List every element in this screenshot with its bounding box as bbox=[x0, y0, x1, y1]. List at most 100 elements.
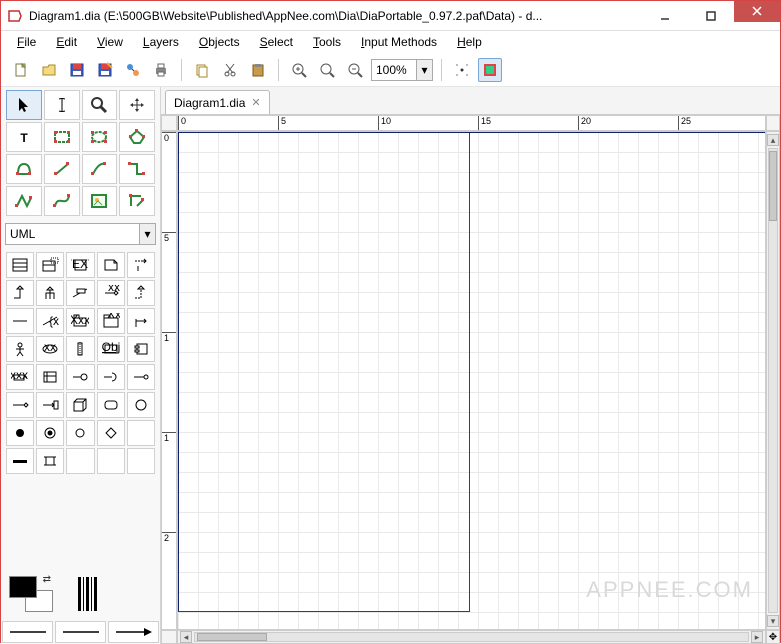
ruler-vertical[interactable]: 051122 bbox=[161, 131, 177, 630]
menu-select[interactable]: Select bbox=[254, 33, 299, 51]
snap-objects-button[interactable] bbox=[478, 58, 502, 82]
box-tool[interactable] bbox=[44, 122, 80, 152]
fg-bg-swatch[interactable]: ⇄ bbox=[9, 576, 53, 612]
tab-close-icon[interactable]: ✕ bbox=[251, 96, 260, 109]
scroll-up-button[interactable]: ▴ bbox=[767, 134, 779, 146]
fg-color[interactable] bbox=[9, 576, 37, 598]
uml-association[interactable] bbox=[66, 280, 94, 306]
print-button[interactable] bbox=[149, 58, 173, 82]
uml-object[interactable]: Obj bbox=[97, 336, 125, 362]
menu-objects[interactable]: Objects bbox=[193, 33, 246, 51]
copy-button[interactable] bbox=[190, 58, 214, 82]
uml-actor[interactable] bbox=[6, 336, 34, 362]
vertical-scrollbar[interactable]: ▴ ▾ bbox=[766, 131, 780, 630]
snap-grid-button[interactable] bbox=[450, 58, 474, 82]
arrow-start-style[interactable] bbox=[2, 621, 53, 643]
uml-node[interactable] bbox=[66, 392, 94, 418]
menu-tools[interactable]: Tools bbox=[307, 33, 347, 51]
zoom-dropdown-arrow[interactable]: ▾ bbox=[416, 60, 432, 80]
uml-class-template[interactable] bbox=[36, 252, 64, 278]
drawing-canvas[interactable]: APPNEE.COM bbox=[177, 131, 766, 630]
close-button[interactable] bbox=[734, 1, 780, 22]
horizontal-scrollbar[interactable]: ◂ ▸ bbox=[177, 630, 766, 644]
beziergon-tool[interactable] bbox=[6, 154, 42, 184]
uml-component[interactable] bbox=[127, 336, 155, 362]
uml-aggregation[interactable]: xxx bbox=[97, 280, 125, 306]
uml-fork[interactable] bbox=[6, 448, 34, 474]
uml-small-package[interactable]: Xxx bbox=[66, 308, 94, 334]
ellipse-tool[interactable] bbox=[82, 122, 118, 152]
scroll-right-button[interactable]: ▸ bbox=[751, 631, 763, 643]
uml-realizes[interactable] bbox=[6, 280, 34, 306]
uml-shape-empty[interactable] bbox=[127, 448, 155, 474]
zoom-fit-button[interactable] bbox=[315, 58, 339, 82]
bezier-tool[interactable] bbox=[44, 186, 80, 216]
uml-transition[interactable] bbox=[6, 392, 34, 418]
uml-implements[interactable] bbox=[127, 280, 155, 306]
zoom-in-button[interactable] bbox=[287, 58, 311, 82]
image-tool[interactable] bbox=[82, 186, 118, 216]
line-tool[interactable] bbox=[44, 154, 80, 184]
uml-message[interactable] bbox=[127, 308, 155, 334]
text-tool[interactable]: T bbox=[6, 122, 42, 152]
uml-state-label[interactable]: xxx bbox=[6, 364, 34, 390]
sheet-selector[interactable]: UML ▾ bbox=[5, 223, 156, 245]
uml-note[interactable]: TEXT bbox=[66, 252, 94, 278]
uml-shape-empty[interactable] bbox=[97, 448, 125, 474]
scroll-down-button[interactable]: ▾ bbox=[767, 615, 779, 627]
save-button[interactable] bbox=[65, 58, 89, 82]
export-button[interactable] bbox=[121, 58, 145, 82]
zoom-out-button[interactable] bbox=[343, 58, 367, 82]
uml-generalization[interactable] bbox=[36, 280, 64, 306]
uml-large-package[interactable]: Xxx bbox=[97, 308, 125, 334]
text-edit-tool[interactable] bbox=[44, 90, 80, 120]
uml-required-interface[interactable] bbox=[97, 364, 125, 390]
nav-button[interactable]: ✥ bbox=[766, 630, 780, 644]
uml-lifeline[interactable] bbox=[66, 336, 94, 362]
zoom-select[interactable]: ▾ bbox=[371, 59, 433, 81]
uml-final-state[interactable] bbox=[36, 420, 64, 446]
uml-interface[interactable] bbox=[127, 392, 155, 418]
uml-initial-state[interactable] bbox=[6, 420, 34, 446]
uml-class-icon[interactable] bbox=[36, 364, 64, 390]
magnify-tool[interactable] bbox=[82, 90, 118, 120]
uml-class[interactable] bbox=[6, 252, 34, 278]
zoom-input[interactable] bbox=[372, 60, 416, 80]
uml-dependency[interactable] bbox=[127, 252, 155, 278]
uml-decision[interactable] bbox=[97, 420, 125, 446]
polyline-tool[interactable] bbox=[6, 186, 42, 216]
arrow-end-style[interactable] bbox=[108, 621, 159, 643]
zigzag-tool[interactable] bbox=[119, 154, 155, 184]
uml-simple-line[interactable] bbox=[127, 364, 155, 390]
paste-button[interactable] bbox=[246, 58, 270, 82]
pointer-tool[interactable] bbox=[6, 90, 42, 120]
save-as-button[interactable] bbox=[93, 58, 117, 82]
cut-button[interactable] bbox=[218, 58, 242, 82]
uml-link[interactable] bbox=[6, 308, 34, 334]
arc-tool[interactable] bbox=[82, 154, 118, 184]
vscroll-thumb[interactable] bbox=[769, 151, 777, 221]
new-button[interactable] bbox=[9, 58, 33, 82]
line-pattern-preview[interactable] bbox=[63, 576, 111, 612]
outline-tool[interactable] bbox=[119, 186, 155, 216]
line-dash-style[interactable] bbox=[55, 621, 106, 643]
uml-shape-empty[interactable] bbox=[66, 448, 94, 474]
menu-input-methods[interactable]: Input Methods bbox=[355, 33, 443, 51]
scroll-left-button[interactable]: ◂ bbox=[180, 631, 192, 643]
uml-branch[interactable] bbox=[36, 448, 64, 474]
document-tab[interactable]: Diagram1.dia ✕ bbox=[165, 90, 270, 114]
uml-state[interactable] bbox=[97, 392, 125, 418]
polygon-tool[interactable] bbox=[119, 122, 155, 152]
menu-file[interactable]: File bbox=[11, 33, 42, 51]
swap-colors-icon[interactable]: ⇄ bbox=[43, 574, 51, 585]
maximize-button[interactable] bbox=[688, 2, 734, 30]
uml-usecase[interactable]: xx bbox=[36, 336, 64, 362]
uml-shape-empty[interactable] bbox=[127, 420, 155, 446]
uml-provided-interface[interactable] bbox=[66, 364, 94, 390]
menu-view[interactable]: View bbox=[91, 33, 129, 51]
minimize-button[interactable] bbox=[642, 2, 688, 30]
menu-help[interactable]: Help bbox=[451, 33, 488, 51]
uml-constraint[interactable]: {xxx} bbox=[36, 308, 64, 334]
menu-edit[interactable]: Edit bbox=[50, 33, 83, 51]
sheet-dropdown-arrow[interactable]: ▾ bbox=[139, 224, 155, 244]
